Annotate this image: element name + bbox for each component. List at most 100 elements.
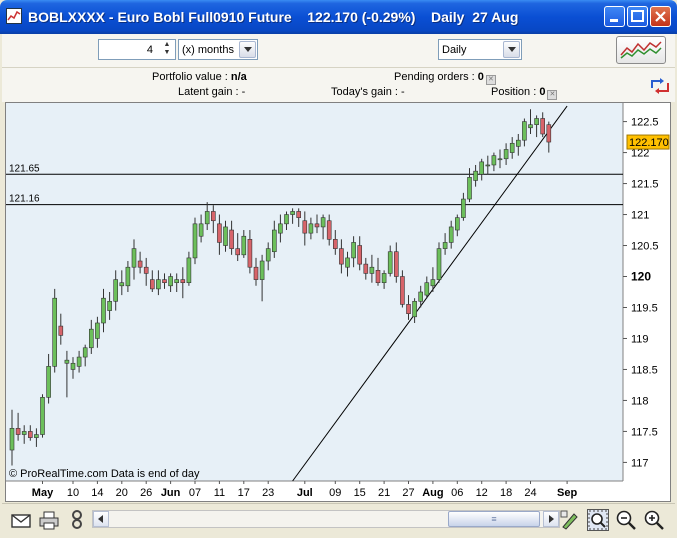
candle-body xyxy=(27,431,33,438)
zoom-tool-button[interactable] xyxy=(587,509,609,531)
zoom-out-button[interactable] xyxy=(615,509,637,531)
x-tick-label: 12 xyxy=(476,487,488,499)
candle-body xyxy=(76,356,82,367)
candle-body xyxy=(137,260,143,268)
chain-link-button[interactable] xyxy=(66,509,88,531)
candle-body xyxy=(491,155,497,166)
candle-body xyxy=(485,164,491,167)
minimize-icon xyxy=(610,19,618,22)
chevron-down-icon[interactable] xyxy=(239,41,256,58)
y-tick-label: 118.5 xyxy=(631,364,658,376)
candle-body xyxy=(436,248,442,280)
scroll-right-arrow-icon[interactable] xyxy=(543,511,559,527)
zoom-in-button[interactable] xyxy=(643,509,665,531)
candle-body xyxy=(217,223,222,243)
portfolio-label: Portfolio value : xyxy=(152,71,228,83)
candle-body xyxy=(95,322,100,339)
portfolio-value-field: Portfolio value : n/a xyxy=(152,71,247,83)
pending-orders-cancel-icon[interactable]: ✕ xyxy=(485,75,496,85)
candle-body xyxy=(241,235,247,256)
chart-indicators-icon xyxy=(620,41,662,59)
candle-body xyxy=(143,266,149,274)
candle-body xyxy=(34,434,39,438)
x-tick-label: 17 xyxy=(238,487,250,499)
candle-body xyxy=(204,211,210,225)
maximize-button[interactable] xyxy=(627,6,648,27)
chevron-down-icon[interactable] xyxy=(503,41,520,58)
chain-link-icon xyxy=(72,510,82,529)
candle-body xyxy=(125,266,131,287)
interval-select[interactable]: Daily xyxy=(438,39,522,60)
candle-body xyxy=(229,229,234,249)
chart-toolbar: 4 ▲ ▼ (x) months Daily xyxy=(2,34,675,68)
stepper-arrows-icon[interactable]: ▲ ▼ xyxy=(161,41,173,58)
y-tick-label: 117.5 xyxy=(631,426,658,438)
candle-body xyxy=(320,217,326,228)
candle-body xyxy=(58,325,64,336)
candle-body xyxy=(186,257,192,284)
candle-body xyxy=(9,428,15,451)
position-value: 0 xyxy=(539,86,546,98)
candle-body xyxy=(381,273,387,284)
candle-body xyxy=(113,279,118,302)
y-tick-label: 121 xyxy=(631,210,649,222)
scrollbar-thumb[interactable]: ≡ xyxy=(448,511,540,527)
candle-body xyxy=(461,198,466,218)
candle-body xyxy=(211,211,216,222)
x-tick-label: Jun xyxy=(161,487,181,499)
candle-body xyxy=(357,245,363,265)
position-close-icon[interactable]: ✕ xyxy=(547,90,558,100)
candle-body xyxy=(253,266,259,280)
candle-body xyxy=(259,260,265,280)
candle-body xyxy=(332,239,338,249)
drawing-tools-button[interactable] xyxy=(559,509,581,531)
scroll-left-arrow-icon[interactable] xyxy=(93,511,109,527)
candle-body xyxy=(265,248,271,262)
period-unit-select[interactable]: (x) months xyxy=(178,39,258,60)
x-tick-label: Aug xyxy=(422,487,443,499)
chart-type-button[interactable] xyxy=(616,36,666,64)
candle-body xyxy=(448,226,454,243)
email-button[interactable] xyxy=(10,509,32,531)
y-tick-label: 122.5 xyxy=(631,117,659,129)
close-button[interactable] xyxy=(650,6,671,27)
candle-body xyxy=(290,211,295,215)
todays-gain-label: Today's gain : xyxy=(331,86,398,98)
y-tick-label: 121.5 xyxy=(631,179,659,191)
x-tick-label: 10 xyxy=(67,487,79,499)
candle-body xyxy=(296,211,302,218)
candle-body xyxy=(406,304,411,314)
candle-body xyxy=(82,347,88,358)
price-chart[interactable]: 121.65 121.16 117 117.5 118 118.5 119 119.5 120 1… xyxy=(5,102,671,502)
candle-body xyxy=(503,149,509,160)
printer-icon xyxy=(39,511,59,530)
x-tick-label: 27 xyxy=(402,487,414,499)
print-button[interactable] xyxy=(38,509,60,531)
candle-body xyxy=(473,170,478,181)
todays-gain-field: Today's gain : - xyxy=(331,86,405,98)
latent-gain-field: Latent gain : - xyxy=(178,86,245,98)
y-tick-label: 119.5 xyxy=(631,302,658,314)
candle-body xyxy=(174,279,179,284)
candle-body xyxy=(497,158,503,161)
chart-app-icon xyxy=(6,8,22,24)
candle-body xyxy=(150,279,155,290)
candlestick-chart[interactable]: 121.65 121.16 117 117.5 118 118.5 119 119.5 120 1… xyxy=(6,103,670,501)
x-tick-label: 23 xyxy=(262,487,274,499)
swap-arrows-icon[interactable] xyxy=(648,76,672,96)
horizontal-scrollbar[interactable]: ≡ xyxy=(92,510,560,528)
candle-body xyxy=(369,266,375,274)
candle-body xyxy=(156,279,161,290)
zoom-select-icon xyxy=(588,510,608,530)
latent-gain-value: - xyxy=(241,86,246,98)
x-tick-label: 07 xyxy=(189,487,201,499)
y-tick-label: 120 xyxy=(631,270,651,284)
candle-body xyxy=(162,279,167,284)
candle-body xyxy=(509,142,515,153)
interval-value: Daily xyxy=(442,44,467,56)
period-stepper[interactable]: 4 ▲ ▼ xyxy=(98,39,176,60)
minimize-button[interactable] xyxy=(604,6,625,27)
window-title: BOBLXXXX - Euro Bobl Full0910 Future 122… xyxy=(28,9,519,25)
candle-body xyxy=(467,177,472,200)
portfolio-info-bar: Portfolio value : n/a Pending orders : 0… xyxy=(2,68,675,102)
